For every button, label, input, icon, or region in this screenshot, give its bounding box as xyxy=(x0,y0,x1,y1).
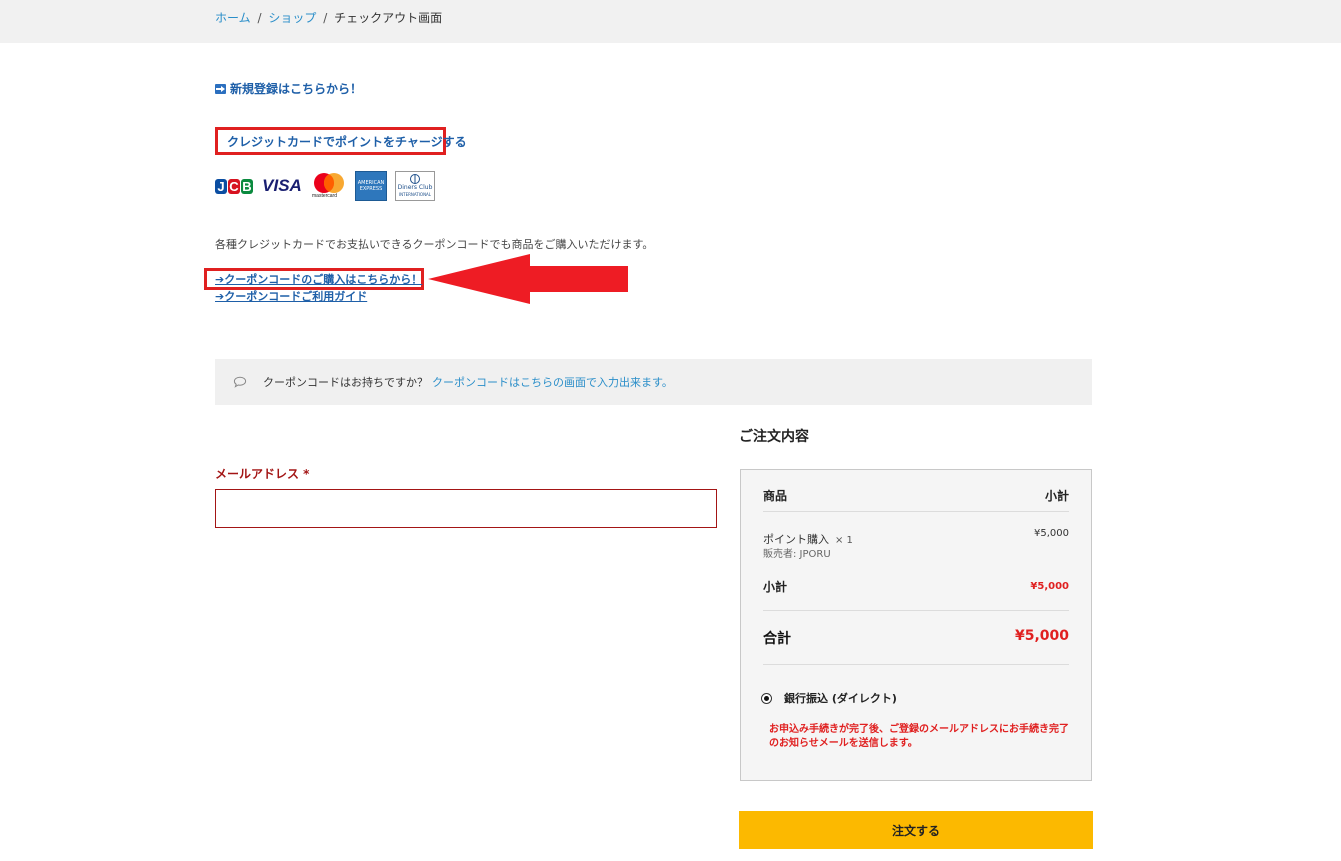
email-label: メールアドレス * xyxy=(215,467,310,481)
total-row: 合計 ¥5,000 xyxy=(763,628,1069,648)
jcb-letter: J xyxy=(215,178,227,194)
subtotal-label: 小計 xyxy=(763,580,788,594)
payment-method-label: 銀行振込 (ダイレクト) xyxy=(784,692,897,705)
email-field[interactable] xyxy=(215,489,717,528)
amex-text: AMERICAN EXPRESS xyxy=(357,180,385,192)
diners-subtext: INTERNATIONAL xyxy=(398,192,432,197)
coupon-banner: クーポンコードはお持ちですか？ クーポンコードはこちらの画面で入力出来ます。 xyxy=(215,359,1092,405)
subtotal-row: 小計 ¥5,000 xyxy=(763,578,1069,595)
arrow-right-icon xyxy=(215,84,226,94)
item-quantity: × 1 xyxy=(835,535,853,546)
amex-logo: AMERICAN EXPRESS xyxy=(355,171,387,201)
visa-text: VISA xyxy=(262,176,302,195)
charge-points-label: クレジットカードでポイントをチャージする xyxy=(227,135,467,149)
header-product: 商品 xyxy=(763,489,788,503)
payment-radio[interactable] xyxy=(761,692,772,704)
breadcrumb-separator: / xyxy=(323,11,328,25)
card-brands: J C B VISA mastercard AMERICAN EXPRESS D… xyxy=(215,171,435,201)
charge-points-link[interactable]: クレジットカードでポイントをチャージする xyxy=(215,127,467,155)
red-arrow-annotation xyxy=(428,254,628,304)
coupon-purchase-link[interactable]: ➔クーポンコードのご購入はこちらから！ xyxy=(215,273,422,286)
mastercard-logo: mastercard xyxy=(311,171,347,201)
item-seller: 販売者: JPORU xyxy=(763,549,831,560)
order-table-header: 商品 小計 xyxy=(763,487,1069,504)
payment-option-bank-transfer[interactable]: 銀行振込 (ダイレクト) xyxy=(761,690,897,706)
subtotal-value: ¥5,000 xyxy=(1030,581,1069,592)
order-summary-title: ご注文内容 xyxy=(739,429,809,445)
jcb-letter: C xyxy=(228,178,240,194)
divider xyxy=(763,664,1069,665)
jcb-logo: J C B xyxy=(215,172,253,200)
breadcrumb-shop-link[interactable]: ショップ xyxy=(268,11,316,25)
payment-note: お申込み手続きが完了後、ご登録のメールアドレスにお手続き完了のお知らせメールを送… xyxy=(769,724,1069,749)
divider xyxy=(763,610,1069,611)
mastercard-text: mastercard xyxy=(312,193,338,199)
coupon-enter-link[interactable]: クーポンコードはこちらの画面で入力出来ます。 xyxy=(432,374,673,390)
item-price: ¥5,000 xyxy=(1034,528,1069,539)
header-subtotal: 小計 xyxy=(1044,489,1069,503)
coupon-description: 各種クレジットカードでお支払いできるクーポンコードでも商品をご購入いただけます。 xyxy=(215,238,654,251)
order-summary-box: 商品 小計 ポイント購入 × 1 ¥5,000 販売者: JPORU 小計 ¥5,… xyxy=(740,469,1092,781)
breadcrumb-current: チェックアウト画面 xyxy=(334,11,443,25)
diners-club-logo: Diners Club INTERNATIONAL xyxy=(395,171,435,201)
breadcrumb: ホーム / ショップ / チェックアウト画面 xyxy=(215,11,442,25)
total-value: ¥5,000 xyxy=(1014,628,1069,644)
coupon-banner-text: クーポンコードはお持ちですか？ xyxy=(263,376,428,389)
diners-text: Diners Club xyxy=(397,184,433,191)
top-bar: ホーム / ショップ / チェックアウト画面 xyxy=(0,0,1341,43)
coupon-guide-link[interactable]: ➔クーポンコードご利用ガイド xyxy=(215,290,367,303)
register-link-label: 新規登録はこちらから！ xyxy=(230,82,363,96)
breadcrumb-home-link[interactable]: ホーム xyxy=(215,11,251,25)
speech-bubble-icon xyxy=(233,376,247,388)
register-link[interactable]: 新規登録はこちらから！ xyxy=(215,82,362,96)
breadcrumb-separator: / xyxy=(257,11,262,25)
jcb-letter: B xyxy=(241,178,253,194)
visa-logo: VISA xyxy=(261,172,303,200)
total-label: 合計 xyxy=(763,631,791,647)
divider xyxy=(763,511,1069,512)
place-order-button[interactable]: 注文する xyxy=(739,811,1093,849)
